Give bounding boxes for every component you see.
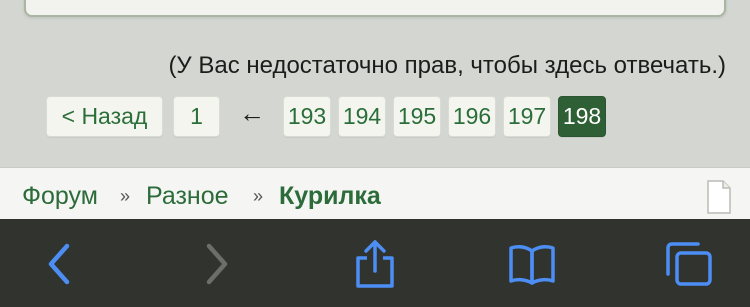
document-icon[interactable] bbox=[706, 180, 732, 214]
prev-page-button[interactable]: < Назад bbox=[46, 96, 163, 137]
forward-button[interactable] bbox=[191, 239, 241, 289]
page-196-button[interactable]: 196 bbox=[448, 96, 496, 137]
breadcrumb-forum[interactable]: Форум bbox=[22, 182, 98, 211]
current-page-indicator: 198 bbox=[558, 96, 606, 137]
bookmarks-button[interactable] bbox=[507, 239, 557, 289]
page-1-button[interactable]: 1 bbox=[173, 96, 220, 137]
share-button[interactable] bbox=[350, 239, 400, 289]
breadcrumb: Форум » Разное » Курилка bbox=[0, 167, 750, 219]
chevron-right-icon bbox=[206, 243, 228, 285]
breadcrumb-misc[interactable]: Разное bbox=[146, 182, 229, 211]
page-194-button[interactable]: 194 bbox=[338, 96, 386, 137]
tabs-button[interactable] bbox=[664, 239, 714, 289]
breadcrumb-current: Курилка bbox=[279, 182, 381, 210]
book-icon bbox=[509, 245, 555, 285]
content-area: (У Вас недостаточно прав, чтобы здесь от… bbox=[0, 0, 750, 167]
back-button[interactable] bbox=[35, 239, 85, 289]
page-193-button[interactable]: 193 bbox=[283, 96, 331, 137]
chevron-left-icon bbox=[48, 243, 70, 285]
page-195-button[interactable]: 195 bbox=[393, 96, 441, 137]
share-icon bbox=[356, 240, 394, 288]
page-197-button[interactable]: 197 bbox=[503, 96, 551, 137]
pagination-ellipsis-arrow: ← bbox=[239, 98, 265, 128]
browser-toolbar bbox=[0, 219, 750, 307]
breadcrumb-separator: » bbox=[120, 186, 131, 206]
breadcrumb-separator: » bbox=[253, 186, 264, 206]
tabs-icon bbox=[666, 242, 712, 286]
post-card bbox=[24, 0, 726, 17]
no-rights-notice: (У Вас недостаточно прав, чтобы здесь от… bbox=[168, 52, 726, 79]
